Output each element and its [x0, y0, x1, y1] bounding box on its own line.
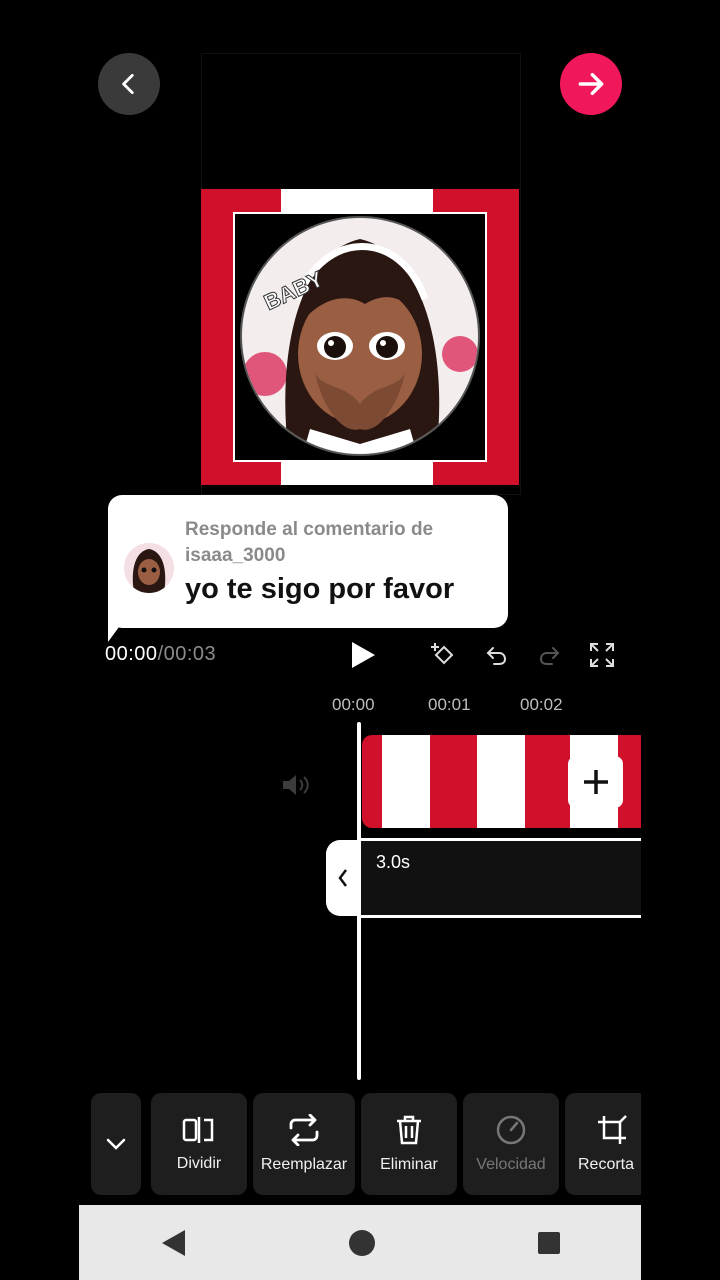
comment-text: yo te sigo por favor	[185, 573, 455, 605]
volume-icon	[283, 775, 309, 795]
fullscreen-icon	[590, 643, 614, 667]
tool-crop-button[interactable]: Recorta	[565, 1093, 641, 1195]
play-icon	[352, 642, 375, 668]
collapse-toolbar-button[interactable]	[91, 1093, 141, 1195]
back-button[interactable]	[98, 53, 160, 115]
trash-icon	[397, 1115, 421, 1145]
tool-label: Velocidad	[476, 1156, 546, 1173]
comment-reply-sticker[interactable]: Responde al comentario de isaaa_3000 yo …	[108, 495, 508, 628]
tool-label: Recorta	[578, 1156, 635, 1173]
keyframe-button[interactable]	[428, 640, 458, 670]
reply-label: Responde al comentario de isaaa_3000	[185, 519, 434, 566]
system-navigation-bar	[79, 1205, 641, 1280]
nav-home-icon[interactable]	[348, 1229, 376, 1257]
chevron-left-icon	[338, 869, 347, 887]
tool-delete-button[interactable]: Eliminar	[361, 1093, 457, 1195]
redo-icon	[539, 647, 560, 665]
trim-handle-left[interactable]	[326, 840, 360, 916]
chevron-left-icon	[122, 73, 134, 95]
ruler-tick-label: 00:00	[332, 695, 375, 714]
next-button[interactable]	[560, 53, 622, 115]
ruler-tick-label: 00:02	[520, 695, 563, 714]
keyframe-add-icon	[431, 643, 454, 665]
avatar	[124, 543, 174, 593]
speed-gauge-icon	[496, 1115, 526, 1145]
tool-label: Eliminar	[380, 1156, 438, 1173]
bubble-tail	[108, 612, 130, 642]
chevron-down-icon	[106, 1138, 126, 1150]
playhead[interactable]	[357, 722, 361, 1080]
tool-label: Reemplazar	[260, 1156, 348, 1173]
undo-button[interactable]	[482, 641, 510, 669]
crop-icon	[598, 1115, 627, 1144]
preview-image: BABY	[233, 212, 487, 462]
ruler-tick-label: 00:01	[428, 695, 471, 714]
selected-clip-track[interactable]	[360, 838, 641, 918]
clip-duration: 3.0s	[376, 852, 411, 872]
plus-icon	[583, 770, 608, 794]
split-icon	[182, 1117, 214, 1143]
total-time: 00:03	[163, 643, 217, 665]
arrow-right-icon	[578, 72, 604, 96]
tool-replace-button[interactable]: Reemplazar	[253, 1093, 355, 1195]
undo-icon	[486, 647, 507, 665]
time-display: 00:00/00:03	[105, 643, 217, 665]
tool-split-button[interactable]: Dividir	[151, 1093, 247, 1195]
play-button[interactable]	[346, 638, 380, 672]
fullscreen-button[interactable]	[588, 641, 616, 669]
tool-speed-button[interactable]: Velocidad	[463, 1093, 559, 1195]
anime-girl-illustration: BABY	[240, 216, 480, 456]
nav-recents-icon[interactable]	[537, 1231, 561, 1255]
current-time: 00:00	[105, 643, 158, 665]
nav-back-icon[interactable]	[159, 1228, 187, 1258]
redo-button[interactable]	[536, 641, 564, 669]
tool-label: Dividir	[176, 1155, 222, 1172]
replace-icon	[289, 1114, 319, 1146]
mute-clip-audio-button[interactable]	[280, 770, 312, 800]
add-clip-button[interactable]	[568, 756, 623, 808]
